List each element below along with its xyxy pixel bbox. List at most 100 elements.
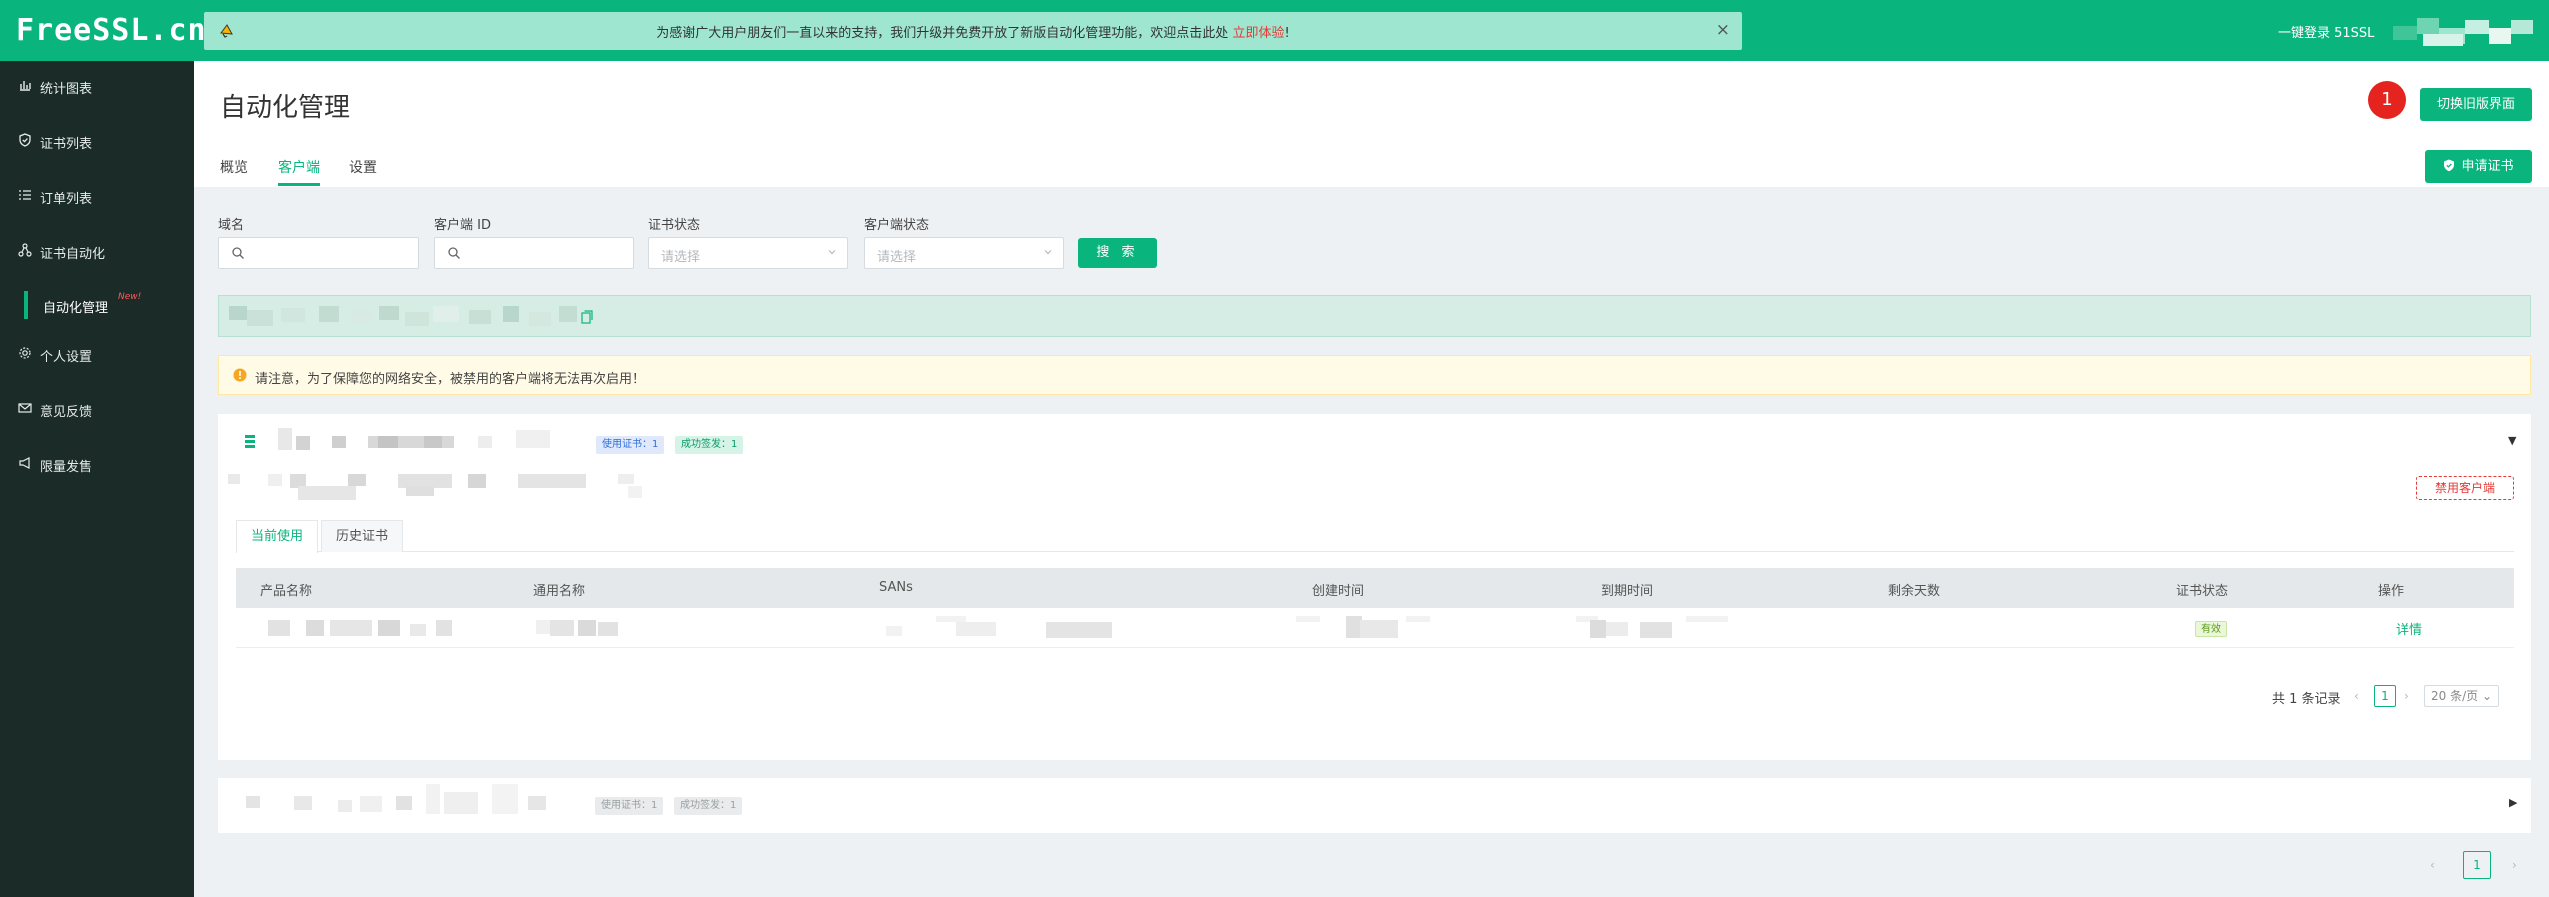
bar-chart-icon xyxy=(20,81,31,91)
column-header: 操作 xyxy=(2378,584,2405,599)
warning-text: 请注意，为了保障您的网络安全，被禁用的客户端将无法再次启用！ xyxy=(255,372,646,387)
table-header: 产品名称 通用名称 SANs 创建时间 到期时间 剩余天数 证书状态 操作 xyxy=(236,568,2514,608)
certs-used-tag: 使用证书：1 xyxy=(596,436,665,454)
search-button[interactable]: 搜 索 xyxy=(1078,238,1157,268)
tab-history-certs[interactable]: 历史证书 xyxy=(321,520,404,552)
announcement-suffix: ! xyxy=(1284,26,1290,41)
cert-subtabs: 当前使用 历史证书 xyxy=(236,520,2514,553)
prev-page-icon[interactable]: ‹ xyxy=(2430,858,2435,872)
client-status-select[interactable]: 请选择 xyxy=(864,237,1064,269)
sidebar-item-label: 自动化管理 xyxy=(43,301,109,316)
column-header: 剩余天数 xyxy=(1888,584,1941,599)
redacted-common-name xyxy=(536,620,626,636)
detail-link[interactable]: 详情 xyxy=(2396,619,2422,638)
page-size-select[interactable]: 20 条/页 ⌄ xyxy=(2424,685,2500,707)
sidebar-item-label: 证书自动化 xyxy=(40,247,106,262)
shield-icon xyxy=(2444,159,2455,172)
announcement-text: 为感谢广大用户朋友们一直以来的支持，我们升级并免费开放了新版自动化管理功能，欢迎… xyxy=(204,22,1742,41)
announcement-bar: 为感谢广大用户朋友们一直以来的支持，我们升级并免费开放了新版自动化管理功能，欢迎… xyxy=(204,12,1742,50)
copy-icon[interactable] xyxy=(581,310,593,324)
column-header: SANs xyxy=(879,580,913,595)
client-id-label: 客户端 ID xyxy=(434,218,491,233)
network-icon xyxy=(18,243,32,257)
announcement-link[interactable]: 立即体验 xyxy=(1232,26,1284,41)
sidebar-item-settings[interactable]: 个人设置 xyxy=(0,334,194,374)
redacted-text xyxy=(229,306,599,328)
table-row: 有效 详情 xyxy=(236,608,2514,648)
sidebar: 统计图表 证书列表 订单列表 证书自动化 自动化管理 New! 个人设置 意见反… xyxy=(0,61,194,897)
top-bar: FreeSSL.cn 为感谢广大用户朋友们一直以来的支持，我们升级并免费开放了新… xyxy=(0,0,2549,61)
next-page-icon[interactable]: › xyxy=(2512,858,2517,872)
mail-icon xyxy=(18,403,32,413)
warning-alert: 请注意，为了保障您的网络安全，被禁用的客户端将无法再次启用！ xyxy=(218,355,2531,395)
expand-caret-icon[interactable]: ▶ xyxy=(2509,796,2517,809)
client-id-input[interactable] xyxy=(434,237,634,269)
column-header: 证书状态 xyxy=(2176,584,2229,599)
sidebar-item-automation-management[interactable]: 自动化管理 New! xyxy=(24,288,194,322)
pagination-total: 共 1 条记录 xyxy=(2272,692,2341,707)
page-number[interactable]: 1 xyxy=(2374,685,2396,707)
warning-icon xyxy=(233,368,247,382)
sidebar-item-stats[interactable]: 统计图表 xyxy=(0,66,194,106)
logo[interactable]: FreeSSL.cn xyxy=(16,13,207,48)
tab-settings[interactable]: 设置 xyxy=(349,157,377,177)
certs-used-tag: 使用证书：1 xyxy=(595,797,664,815)
column-header: 产品名称 xyxy=(260,584,313,599)
apply-certificate-button[interactable]: 申请证书 xyxy=(2425,150,2532,183)
redacted-client-details xyxy=(228,472,658,502)
redacted-product-name xyxy=(260,620,460,636)
client-card-collapsed[interactable]: 使用证书：1 成功签发：1 ▶ xyxy=(218,778,2531,833)
disable-client-button[interactable]: 禁用客户端 xyxy=(2416,476,2514,500)
redacted-sans xyxy=(886,616,1126,638)
one-click-login-link[interactable]: 一键登录 51SSL xyxy=(2278,22,2374,41)
sidebar-item-label: 个人设置 xyxy=(40,350,93,365)
sidebar-item-orders[interactable]: 订单列表 xyxy=(0,176,194,216)
user-avatar-redacted[interactable] xyxy=(2393,18,2533,48)
collapse-caret-icon[interactable]: ▼ xyxy=(2508,434,2516,447)
page-title: 自动化管理 xyxy=(220,93,351,123)
redacted-created-time xyxy=(1296,616,1466,638)
cert-status-badge: 有效 xyxy=(2195,621,2227,637)
next-page-icon[interactable]: › xyxy=(2404,689,2409,703)
sidebar-item-feedback[interactable]: 意见反馈 xyxy=(0,389,194,429)
column-header: 通用名称 xyxy=(533,584,586,599)
gear-icon xyxy=(19,347,31,359)
tab-current-use[interactable]: 当前使用 xyxy=(236,520,319,553)
search-icon xyxy=(448,247,460,259)
domain-label: 域名 xyxy=(218,218,245,233)
switch-old-ui-button[interactable]: 切换旧版界面 xyxy=(2420,88,2532,121)
chevron-down-icon xyxy=(828,250,836,255)
step-badge: 1 xyxy=(2368,81,2406,119)
client-card: 使用证书：1 成功签发：1 ▼ 禁用客户端 当前使用 历史证书 产品名称 通用名… xyxy=(218,414,2531,760)
redacted-expire-time xyxy=(1576,616,1736,638)
page-header: 自动化管理 概览 客户端 设置 xyxy=(194,61,2549,187)
list-icon xyxy=(19,190,31,200)
megaphone-icon xyxy=(19,457,30,469)
apply-certificate-label: 申请证书 xyxy=(2461,159,2514,174)
prev-page-icon[interactable]: ‹ xyxy=(2354,689,2359,703)
sidebar-item-automation[interactable]: 证书自动化 xyxy=(0,231,194,271)
cert-status-placeholder: 请选择 xyxy=(661,250,701,265)
redacted-info-bar xyxy=(218,295,2531,337)
server-icon xyxy=(245,435,255,448)
search-icon xyxy=(232,247,244,259)
tab-clients[interactable]: 客户端 xyxy=(278,157,320,186)
tab-overview[interactable]: 概览 xyxy=(220,157,248,177)
close-icon[interactable]: × xyxy=(1716,20,1730,40)
sidebar-item-label: 意见反馈 xyxy=(40,405,93,420)
chevron-down-icon xyxy=(1044,250,1052,255)
cert-status-select[interactable]: 请选择 xyxy=(648,237,848,269)
page-number[interactable]: 1 xyxy=(2463,851,2491,879)
sidebar-item-certificates[interactable]: 证书列表 xyxy=(0,121,194,161)
client-status-placeholder: 请选择 xyxy=(877,250,917,265)
sidebar-item-limited-sale[interactable]: 限量发售 xyxy=(0,444,194,484)
cert-status-label: 证书状态 xyxy=(648,218,701,233)
sidebar-item-label: 限量发售 xyxy=(40,460,93,475)
announcement-message: 为感谢广大用户朋友们一直以来的支持，我们升级并免费开放了新版自动化管理功能，欢迎… xyxy=(656,26,1229,41)
page-size-label: 20 条/页 xyxy=(2431,689,2479,703)
domain-input[interactable] xyxy=(218,237,419,269)
new-badge: New! xyxy=(118,292,142,302)
column-header: 创建时间 xyxy=(1312,584,1365,599)
sidebar-item-label: 证书列表 xyxy=(40,137,93,152)
issued-success-tag: 成功签发：1 xyxy=(675,436,744,454)
